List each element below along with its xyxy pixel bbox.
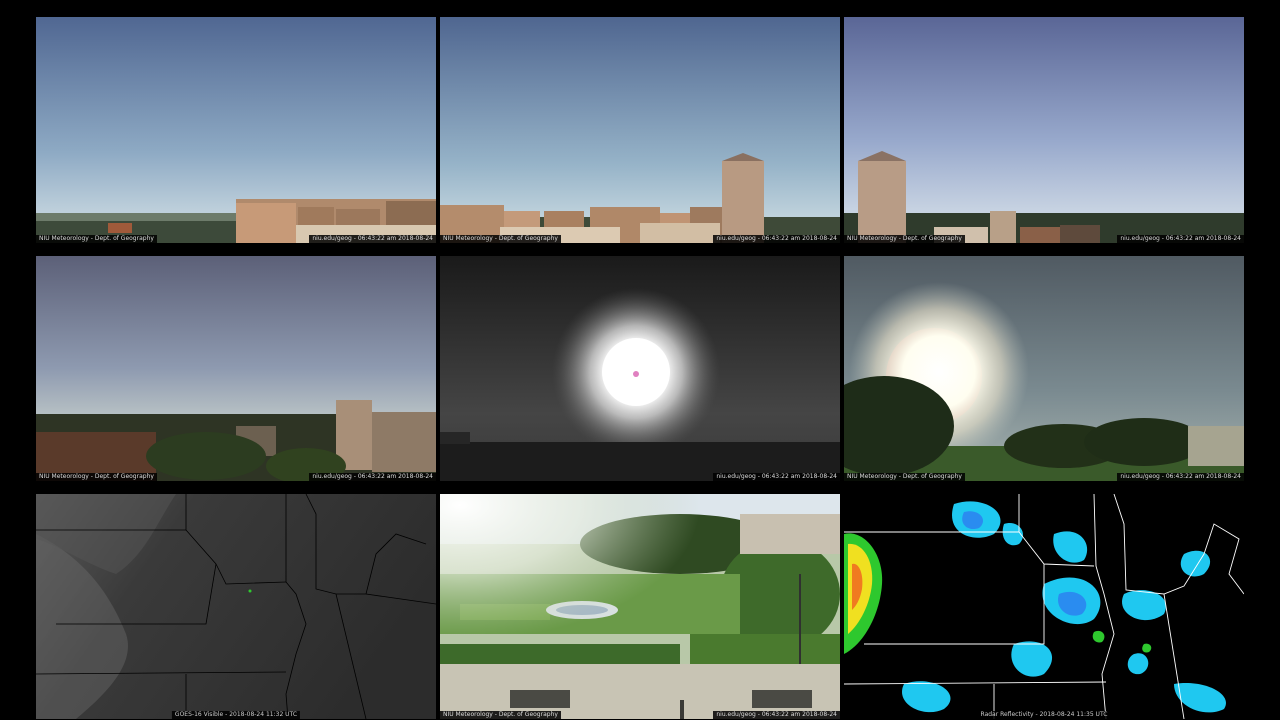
- webcam-tile-6[interactable]: NIU Meteorology - Dept. of Geography niu…: [844, 256, 1244, 481]
- webcam-caption-timestamp: niu.edu/geog - 06:43:22 am 2018-08-24: [309, 235, 436, 243]
- webcam-caption-timestamp: niu.edu/geog - 06:43:22 am 2018-08-24: [1117, 235, 1244, 243]
- radar-image: [844, 494, 1244, 719]
- webcam-tile-8[interactable]: NIU Meteorology - Dept. of Geography niu…: [440, 494, 840, 719]
- webcam-tile-1[interactable]: NIU Meteorology - Dept. of Geography niu…: [36, 17, 436, 243]
- webcam-caption-timestamp: niu.edu/geog - 06:43:22 am 2018-08-24: [713, 711, 840, 719]
- webcam-caption-timestamp: niu.edu/geog - 06:43:22 am 2018-08-24: [713, 473, 840, 481]
- webcam-image-2: [440, 17, 840, 243]
- webcam-caption-timestamp: niu.edu/geog - 06:43:22 am 2018-08-24: [309, 473, 436, 481]
- webcam-caption-source: NIU Meteorology - Dept. of Geography: [36, 473, 157, 481]
- webcam-caption-timestamp: niu.edu/geog - 06:43:22 am 2018-08-24: [713, 235, 840, 243]
- radar-tile[interactable]: Radar Reflectivity - 2018-08-24 11:35 UT…: [844, 494, 1244, 719]
- webcam-tile-4[interactable]: NIU Meteorology - Dept. of Geography niu…: [36, 256, 436, 481]
- webcam-image-6: [844, 256, 1244, 481]
- satellite-image: [36, 494, 436, 719]
- webcam-caption-timestamp: niu.edu/geog - 06:43:22 am 2018-08-24: [1117, 473, 1244, 481]
- webcam-caption-source: NIU Meteorology - Dept. of Geography: [440, 711, 561, 719]
- webcam-image-5: [440, 256, 840, 481]
- webcam-image-1: [36, 17, 436, 243]
- webcam-image-3: [844, 17, 1244, 243]
- webcam-caption-source: NIU Meteorology - Dept. of Geography: [844, 235, 965, 243]
- webcam-caption-source: NIU Meteorology - Dept. of Geography: [36, 235, 157, 243]
- webcam-caption-source: NIU Meteorology - Dept. of Geography: [440, 235, 561, 243]
- webcam-tile-3[interactable]: NIU Meteorology - Dept. of Geography niu…: [844, 17, 1244, 243]
- satellite-caption: GOES-16 Visible - 2018-08-24 11:32 UTC: [171, 711, 301, 719]
- webcam-tile-2[interactable]: NIU Meteorology - Dept. of Geography niu…: [440, 17, 840, 243]
- webcam-tile-5[interactable]: niu.edu/geog - 06:43:22 am 2018-08-24: [440, 256, 840, 481]
- radar-caption: Radar Reflectivity - 2018-08-24 11:35 UT…: [977, 711, 1111, 719]
- webcam-caption-source: NIU Meteorology - Dept. of Geography: [844, 473, 965, 481]
- webcam-image-4: [36, 256, 436, 481]
- satellite-tile[interactable]: GOES-16 Visible - 2018-08-24 11:32 UTC: [36, 494, 436, 719]
- webcam-image-8: [440, 494, 840, 719]
